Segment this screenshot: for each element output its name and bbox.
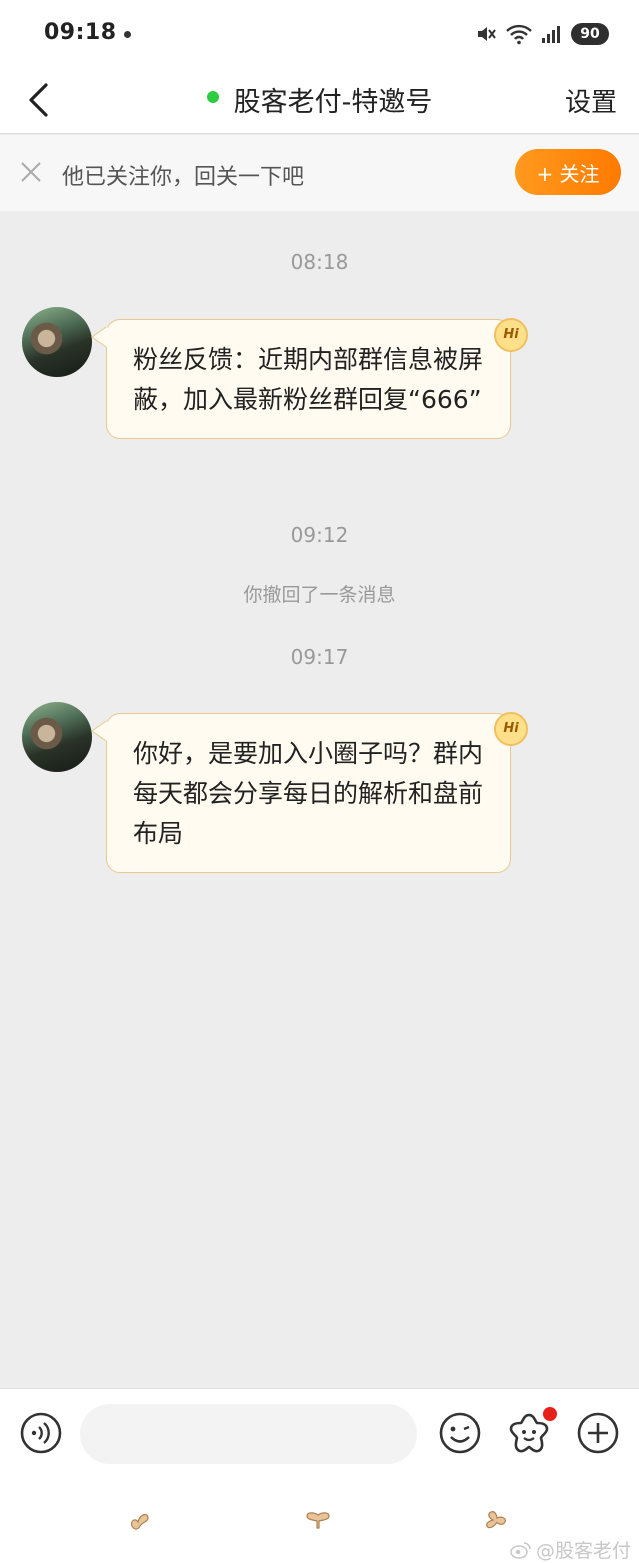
message-timestamp: 09:12 (290, 523, 349, 547)
weibo-logo-icon (510, 1541, 531, 1559)
banner-close-button[interactable] (18, 159, 44, 185)
watermark: @股客老付 (510, 1536, 631, 1563)
home-gesture-icon[interactable] (304, 1506, 332, 1534)
message-timestamp: 09:17 (290, 645, 349, 669)
nav-title-wrap: 股客老付-特邀号 (0, 80, 639, 119)
notification-dot (124, 31, 131, 38)
more-button[interactable] (576, 1411, 620, 1455)
voice-icon (20, 1412, 62, 1454)
message-bubble[interactable]: Hi 你好，是要加入小圈子吗？群内每天都会分享每日的解析和盘前布局 (91, 712, 528, 873)
emoji-button[interactable] (438, 1411, 482, 1455)
recent-apps-gesture-icon[interactable] (483, 1506, 511, 1534)
status-icons: 90 (475, 22, 609, 46)
message-bubble[interactable]: Hi 粉丝反馈：近期内部群信息被屏蔽，加入最新粉丝群回复“666” (91, 318, 528, 439)
page-title: 股客老付-特邀号 (233, 87, 433, 118)
avatar[interactable] (22, 702, 92, 772)
close-icon (21, 162, 41, 182)
battery-level: 90 (571, 23, 609, 45)
status-bar: 09:18 90 (0, 0, 639, 66)
sticker-button[interactable] (507, 1407, 557, 1455)
message-list: 08:18 Hi 粉丝反馈：近期内部群信息被屏蔽，加入最新粉丝群回复“666” … (0, 211, 639, 1388)
watermark-text: @股客老付 (535, 1540, 631, 1562)
message-text: 粉丝反馈：近期内部群信息被屏蔽，加入最新粉丝群回复“666” (133, 345, 484, 414)
hi-badge-icon: Hi (494, 712, 528, 746)
bubble-tail (91, 720, 121, 742)
notification-badge (543, 1407, 557, 1421)
system-message: 你撤回了一条消息 (243, 584, 396, 606)
message-input[interactable] (80, 1404, 417, 1464)
message-timestamp: 08:18 (290, 250, 349, 274)
nav-bar: 股客老付-特邀号 设置 (0, 66, 639, 134)
settings-button[interactable]: 设置 (565, 82, 617, 119)
mute-icon (478, 27, 496, 41)
online-status-dot (206, 90, 219, 103)
hi-badge-icon: Hi (494, 318, 528, 352)
back-gesture-icon[interactable] (126, 1506, 154, 1534)
wifi-icon (506, 24, 532, 45)
message-text: 你好，是要加入小圈子吗？群内每天都会分享每日的解析和盘前布局 (133, 739, 484, 848)
bottom-navigation: @股客老付 (0, 1478, 639, 1563)
status-time: 09:18 (44, 20, 117, 45)
bubble-tail (91, 326, 121, 348)
follow-button[interactable]: + 关注 (515, 149, 621, 195)
banner-text: 他已关注你，回关一下吧 (62, 165, 305, 190)
plus-circle-icon (577, 1412, 619, 1454)
avatar[interactable] (22, 307, 92, 377)
emoji-icon (439, 1412, 481, 1454)
signal-icon (542, 26, 560, 43)
chat-screen: 09:18 90 股客老付-特邀号 设置 他已关注你，回关一下吧 + 关注 08… (0, 0, 639, 1563)
input-bar (0, 1388, 639, 1478)
voice-button[interactable] (19, 1411, 63, 1455)
follow-back-banner: 他已关注你，回关一下吧 + 关注 (0, 135, 639, 211)
